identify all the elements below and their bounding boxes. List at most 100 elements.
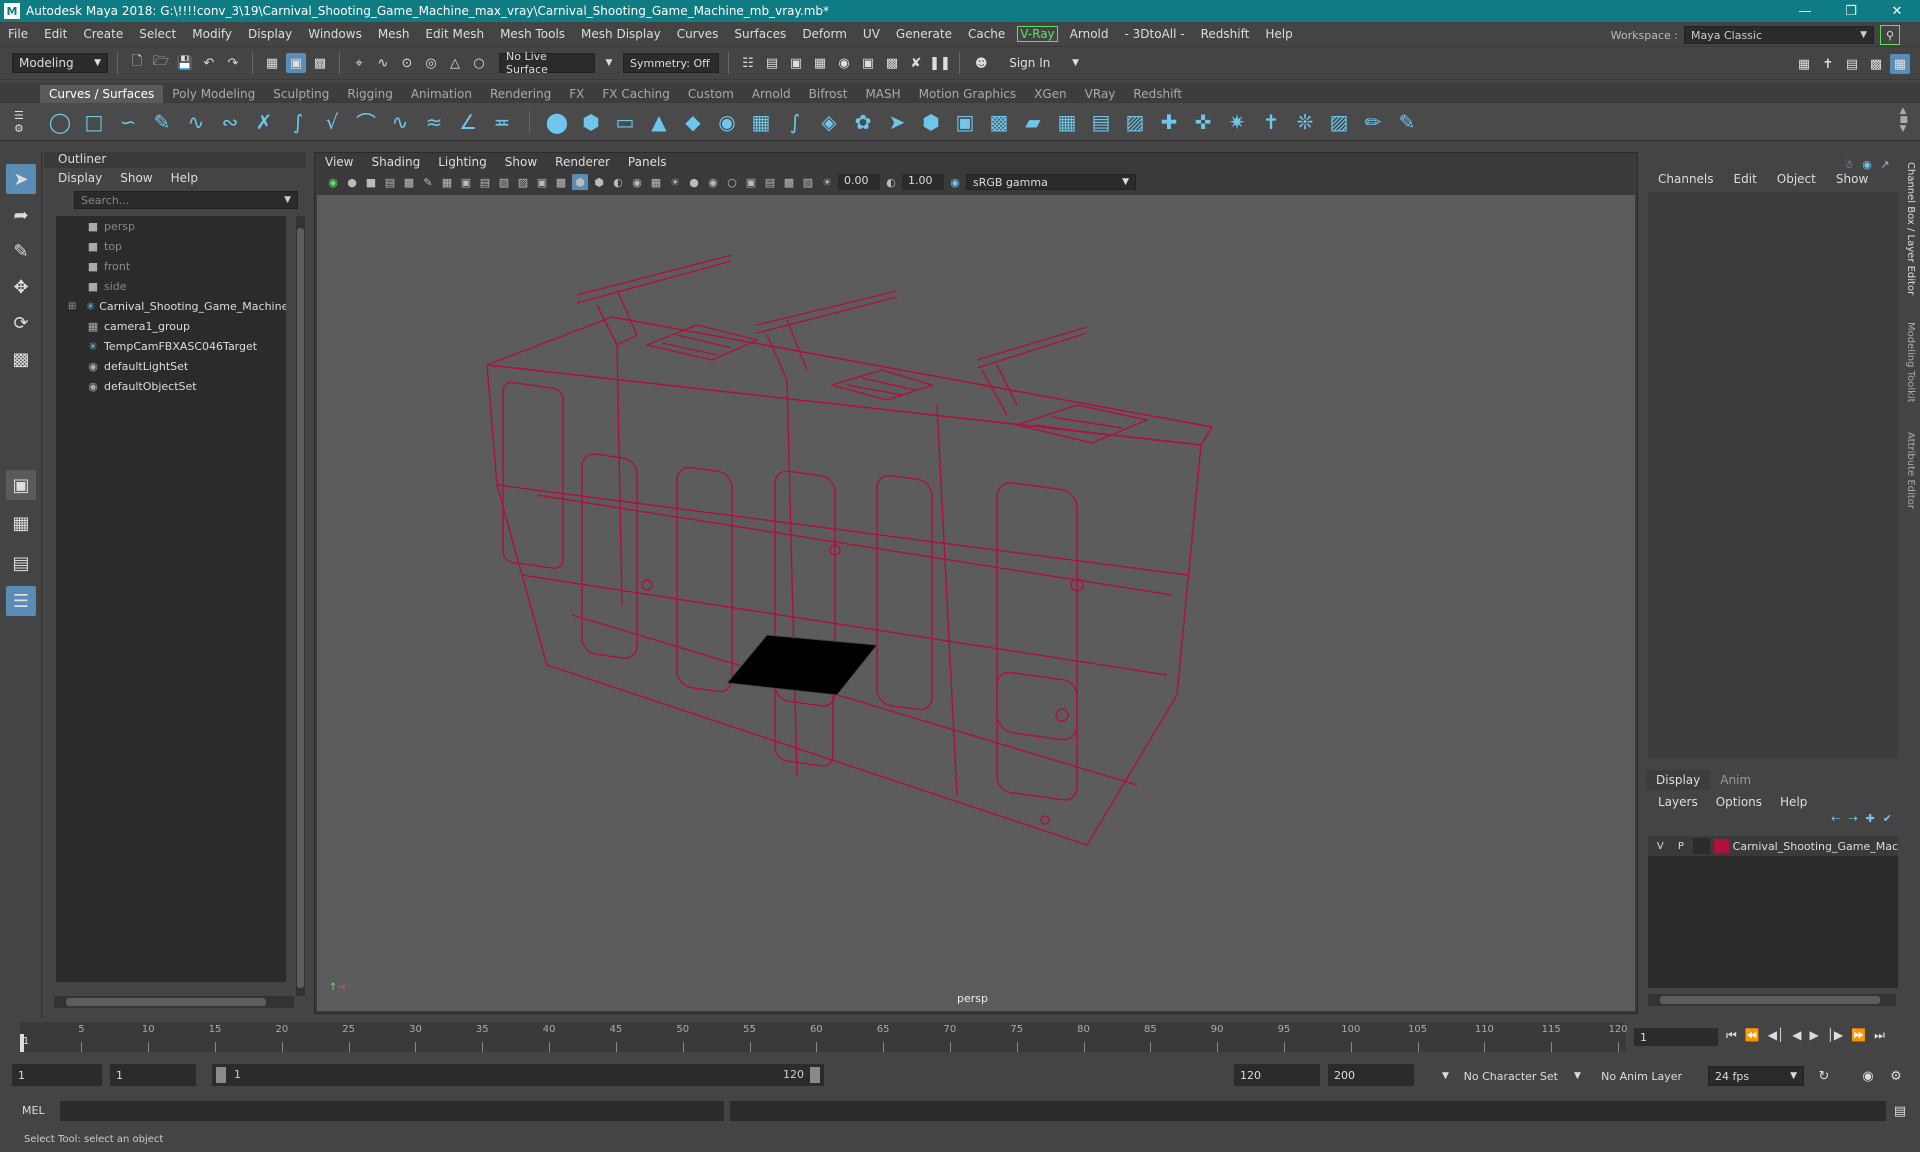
menu-3dtoall[interactable]: - 3DtoAll -	[1117, 27, 1193, 41]
go-to-end-icon[interactable]: ⏭	[1874, 1028, 1885, 1043]
tab-poly-modeling[interactable]: Poly Modeling	[163, 85, 264, 103]
snap-live-icon[interactable]: △	[445, 53, 465, 73]
viewport-menu-view[interactable]: View	[325, 155, 353, 169]
channel-float-icon[interactable]: ↗	[1878, 154, 1892, 174]
make-live-icon[interactable]: ○	[469, 53, 489, 73]
loft-icon[interactable]: ∫	[783, 110, 807, 134]
safe-action-icon[interactable]: ▣	[534, 174, 550, 190]
step-back-key-icon[interactable]: ⏪	[1745, 1028, 1760, 1043]
outliner-item-camera1-group[interactable]: ▦ camera1_group	[56, 316, 286, 336]
outliner-item-default-light-set[interactable]: ◉ defaultLightSet	[56, 356, 286, 376]
select-component-icon[interactable]: ▩	[310, 53, 330, 73]
single-perspective-icon[interactable]: ▣	[6, 470, 36, 500]
select-hierarchy-icon[interactable]: ▦	[262, 53, 282, 73]
tab-motion-graphics[interactable]: Motion Graphics	[910, 85, 1026, 103]
outliner-item-default-object-set[interactable]: ◉ defaultObjectSet	[56, 376, 286, 396]
menu-deform[interactable]: Deform	[794, 27, 855, 41]
menu-cache[interactable]: Cache	[960, 27, 1013, 41]
outliner-menu-help[interactable]: Help	[171, 171, 198, 185]
shelf-menu-icon[interactable]: ☰ ⚙	[14, 109, 24, 135]
safe-title-icon[interactable]: ▩	[553, 174, 569, 190]
menu-select[interactable]: Select	[131, 27, 184, 41]
fillet-curve-icon[interactable]: ≖	[490, 110, 514, 134]
project-curve-icon[interactable]: ▰	[1021, 110, 1045, 134]
viewport-menu-panels[interactable]: Panels	[628, 155, 667, 169]
tab-rigging[interactable]: Rigging	[338, 85, 401, 103]
3d-viewport[interactable]: ↑→ persp	[317, 195, 1635, 1011]
view-transform-dropdown[interactable]: sRGB gamma ▼	[966, 174, 1136, 190]
layer-horizontal-scrollbar[interactable]	[1648, 994, 1896, 1006]
sculpt-icon[interactable]: ✏	[1361, 110, 1385, 134]
channel-box-icon[interactable]: ▦	[1890, 54, 1910, 74]
viewport-menu-shading[interactable]: Shading	[371, 155, 420, 169]
default-material-icon[interactable]: ◐	[610, 174, 626, 190]
outliner-item-carnival-machine[interactable]: ⊞ ✳ Carnival_Shooting_Game_Machine_n	[56, 296, 286, 316]
scale-tool-icon[interactable]: ▩	[6, 344, 36, 374]
xray-icon[interactable]: ▩	[781, 174, 797, 190]
channel-display-icon[interactable]: ☃	[1842, 154, 1856, 174]
select-object-icon[interactable]: ▣	[286, 53, 306, 73]
open-close-icon[interactable]: ❊	[1293, 110, 1317, 134]
tab-bifrost[interactable]: Bifrost	[800, 85, 857, 103]
symmetry-field[interactable]: Symmetry: Off	[623, 53, 719, 73]
outliner-item-side[interactable]: ■ side	[56, 276, 286, 296]
render-current-frame-icon[interactable]: ▤	[762, 53, 782, 73]
lock-icon[interactable]: ⚲	[1880, 25, 1900, 45]
tab-curves-surfaces[interactable]: Curves / Surfaces	[40, 85, 164, 103]
image-plane-icon[interactable]: ▤	[382, 174, 398, 190]
outliner-item-top[interactable]: ■ top	[56, 236, 286, 256]
bevel-plus-icon[interactable]: ⬢	[919, 110, 943, 134]
tab-redshift[interactable]: Redshift	[1124, 85, 1191, 103]
menu-curves[interactable]: Curves	[669, 27, 727, 41]
bookmarks-icon[interactable]: ■	[363, 174, 379, 190]
attribute-editor-icon[interactable]: ▤	[1842, 54, 1862, 74]
auto-key-icon[interactable]: ◉	[1858, 1066, 1878, 1086]
expand-icon[interactable]: ⊞	[68, 301, 76, 312]
outliner-menu-show[interactable]: Show	[120, 171, 152, 185]
scroll-thumb[interactable]	[1660, 996, 1880, 1004]
menu-windows[interactable]: Windows	[300, 27, 370, 41]
snap-curve-icon[interactable]: ∿	[373, 53, 393, 73]
human-ik-icon[interactable]: ✝	[1818, 54, 1838, 74]
workspace-dropdown[interactable]: Maya Classic ▼	[1684, 26, 1874, 44]
rebuild-curve-icon[interactable]: ⌒	[354, 110, 378, 135]
resolution-gate-icon[interactable]: ▤	[477, 174, 493, 190]
menu-mesh-tools[interactable]: Mesh Tools	[492, 27, 573, 41]
scroll-thumb[interactable]	[297, 228, 304, 988]
tab-anim-layers[interactable]: Anim	[1710, 770, 1761, 790]
tab-sculpting[interactable]: Sculpting	[264, 85, 338, 103]
side-tab-attribute-editor[interactable]: Attribute Editor	[1905, 432, 1916, 509]
fps-dropdown[interactable]: 24 fps ▼	[1708, 1066, 1804, 1086]
untrim-icon[interactable]: ▨	[1123, 110, 1147, 134]
rebuild-surface-icon[interactable]: ▨	[1327, 110, 1351, 134]
viewport-menu-show[interactable]: Show	[505, 155, 537, 169]
channel-box-area[interactable]	[1648, 192, 1898, 758]
range-end-handle[interactable]	[810, 1067, 820, 1083]
live-surface-field[interactable]: No Live Surface	[499, 50, 595, 76]
new-scene-icon[interactable]: 🗋	[127, 53, 147, 73]
tab-mash[interactable]: MASH	[856, 85, 909, 103]
layer-playback-toggle[interactable]: P	[1673, 838, 1690, 854]
shadows-icon[interactable]: ●	[686, 174, 702, 190]
side-tab-modeling-toolkit[interactable]: Modeling Toolkit	[1905, 322, 1916, 403]
character-set-dropdown[interactable]: ▼ No Character Set	[1436, 1066, 1564, 1086]
nurbs-sphere-icon[interactable]: ⬤	[545, 110, 569, 134]
menu-mesh-display[interactable]: Mesh Display	[573, 27, 669, 41]
perspective-outliner-icon[interactable]: ▤	[6, 548, 36, 578]
animation-start-field[interactable]: 1	[12, 1064, 102, 1086]
extend-surface-icon[interactable]: ✚	[1157, 110, 1181, 134]
curve-cv-icon[interactable]: ∿	[388, 110, 412, 134]
side-tab-channel-box[interactable]: Channel Box / Layer Editor	[1905, 162, 1916, 295]
extrude-icon[interactable]: ✿	[851, 110, 875, 134]
textured-icon[interactable]: ◉	[629, 174, 645, 190]
outliner-horizontal-scrollbar[interactable]	[54, 996, 294, 1008]
gamma-field[interactable]: 1.00	[902, 174, 944, 190]
film-gate-icon[interactable]: ▣	[458, 174, 474, 190]
tab-vray[interactable]: VRay	[1076, 85, 1125, 103]
outliner-vertical-scrollbar[interactable]	[296, 216, 305, 996]
nurbs-cone-icon[interactable]: ▲	[647, 110, 671, 134]
scroll-thumb[interactable]	[66, 998, 266, 1006]
redo-icon[interactable]: ↷	[223, 53, 243, 73]
vray-render-icon[interactable]: ▣	[858, 53, 878, 73]
isolate-select-icon[interactable]: ▤	[762, 174, 778, 190]
